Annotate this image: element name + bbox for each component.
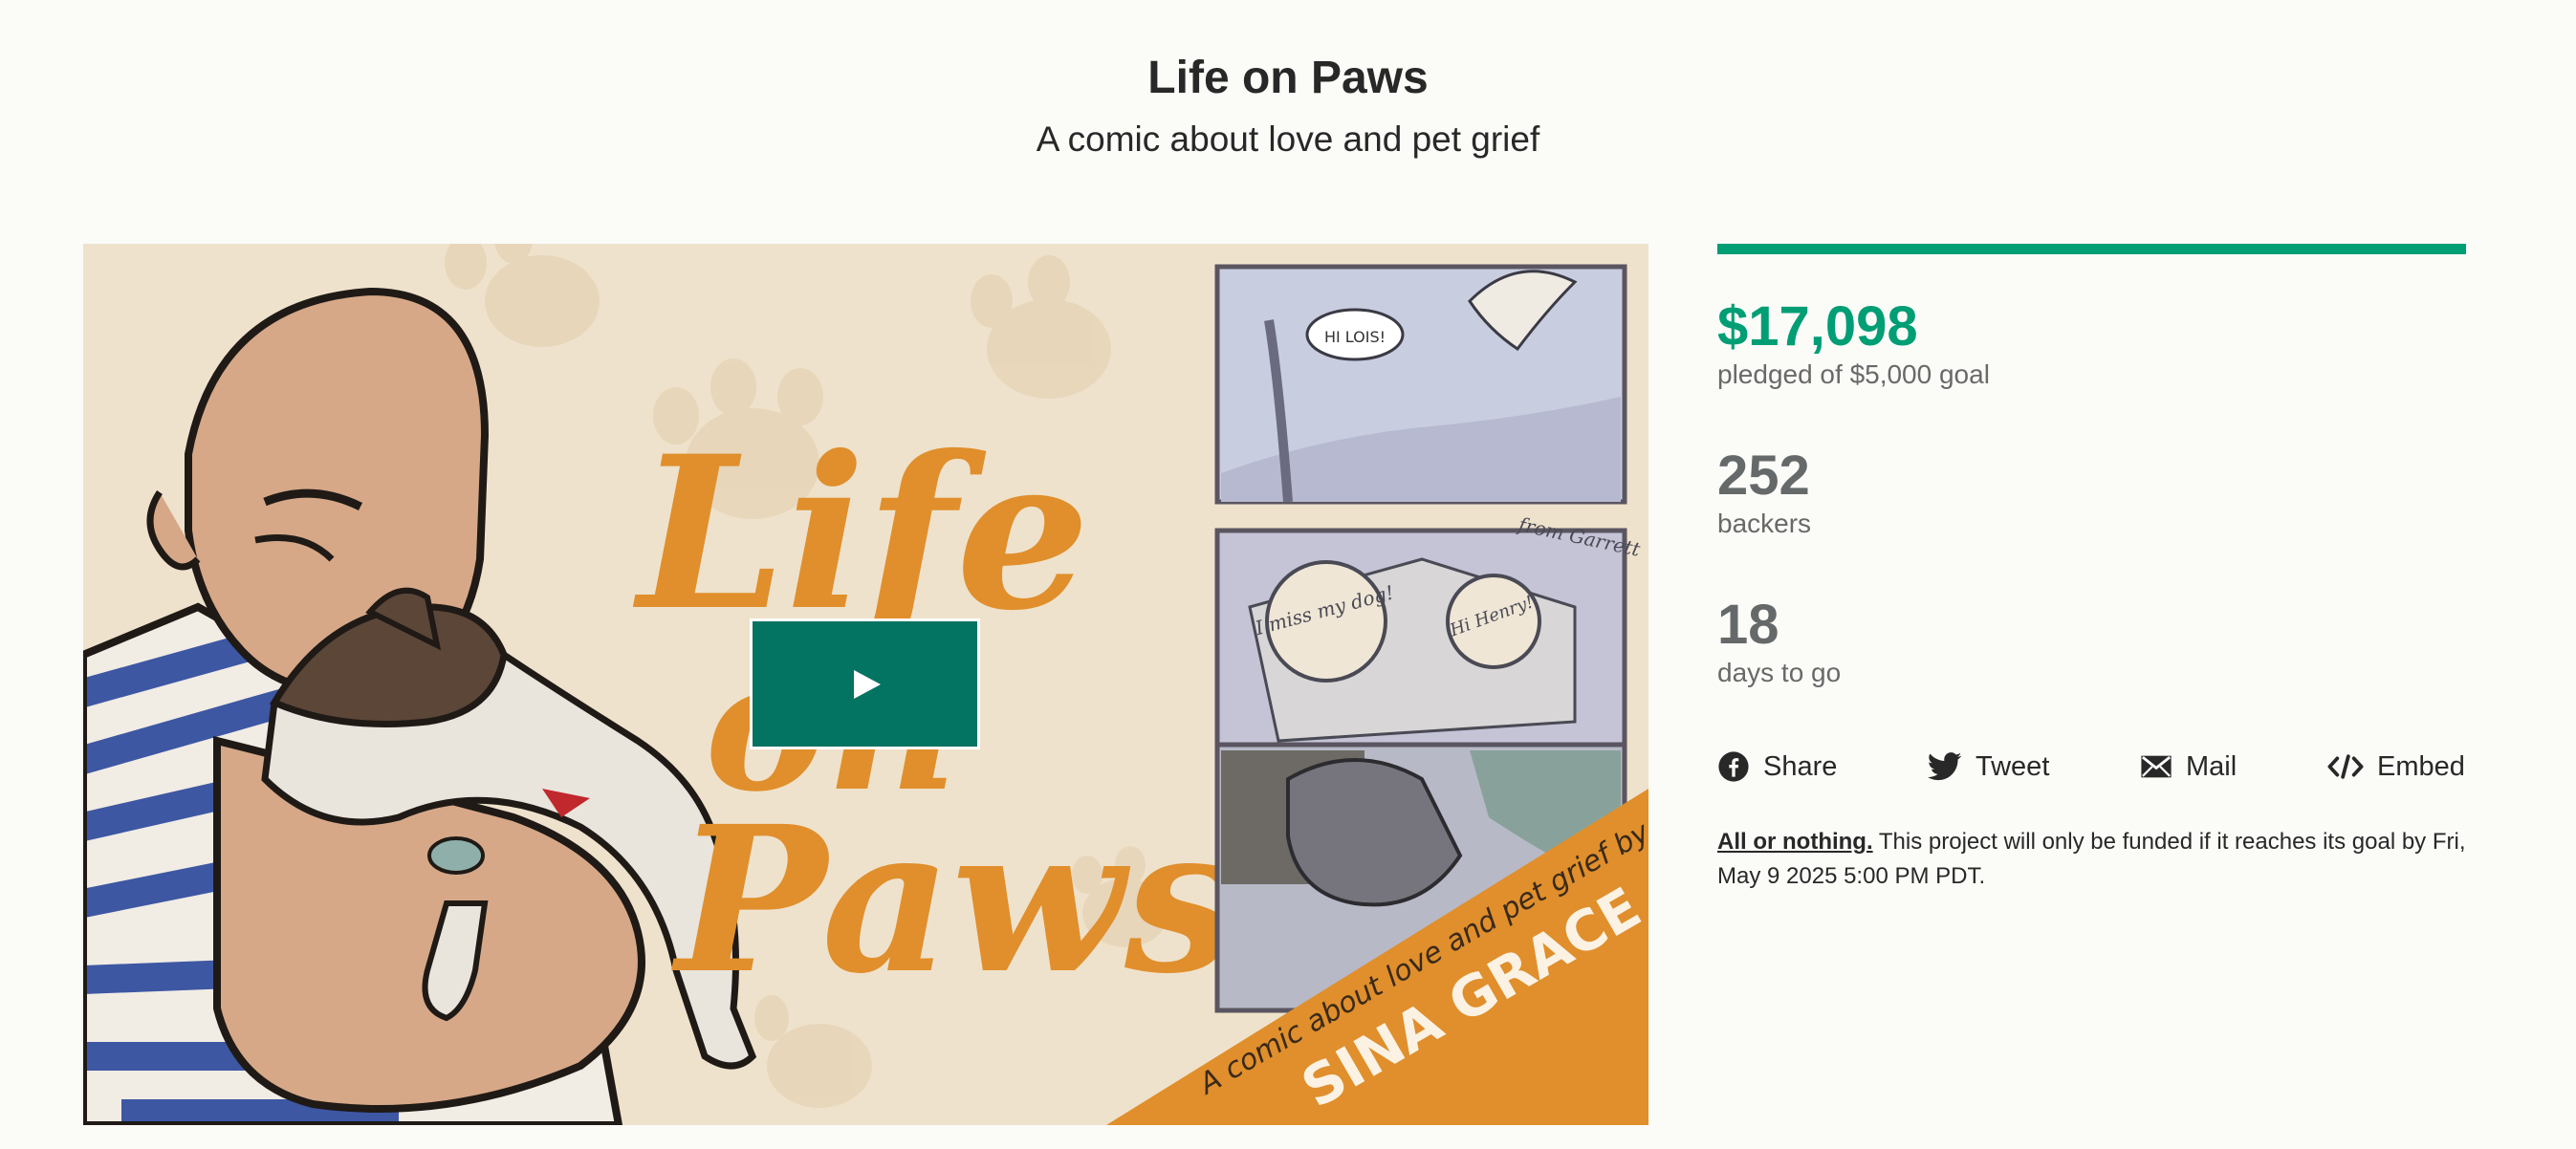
days-label: days to go (1717, 658, 1842, 687)
backers-label: backers (1717, 509, 1812, 538)
mail-icon (2141, 755, 2172, 778)
project-title: Life on Paws (1147, 53, 1429, 103)
share-embed-button[interactable]: Embed (2327, 748, 2465, 786)
embed-icon (2327, 754, 2364, 779)
share-twitter-button[interactable]: Tweet (1928, 748, 2049, 786)
panel-speech: HI LOIS! (1324, 328, 1386, 346)
share-facebook-button[interactable]: Share (1717, 748, 1837, 786)
share-mail-button[interactable]: Mail (2140, 748, 2237, 786)
backers-count: 252 (1717, 444, 1810, 507)
share-twitter-label: Tweet (1976, 751, 2050, 782)
share-bar: Share Tweet Mail Embed (1717, 748, 2466, 786)
funding-progress-bar (1717, 244, 2466, 254)
pledged-amount: $17,098 (1717, 295, 1918, 358)
share-embed-label: Embed (2377, 751, 2465, 782)
pledged-goal-label: pledged of $5,000 goal (1717, 359, 1990, 389)
facebook-icon (1718, 751, 1749, 782)
project-subtitle: A comic about love and pet grief (1036, 119, 1540, 159)
share-mail-label: Mail (2186, 751, 2238, 782)
share-facebook-label: Share (1763, 751, 1838, 782)
days-count: 18 (1717, 594, 1779, 656)
funding-progress-fill (1717, 244, 2466, 254)
all-or-nothing-link[interactable]: All or nothing. (1717, 829, 1873, 855)
svg-text:Paws: Paws (671, 782, 1237, 1018)
play-button[interactable] (750, 618, 980, 749)
funding-note: All or nothing. This project will only b… (1717, 825, 2466, 894)
play-icon (854, 670, 881, 699)
project-video[interactable]: Life on Paws HI LOIS! from Garrett I mis… (83, 244, 1648, 1125)
twitter-icon (1928, 752, 1962, 781)
